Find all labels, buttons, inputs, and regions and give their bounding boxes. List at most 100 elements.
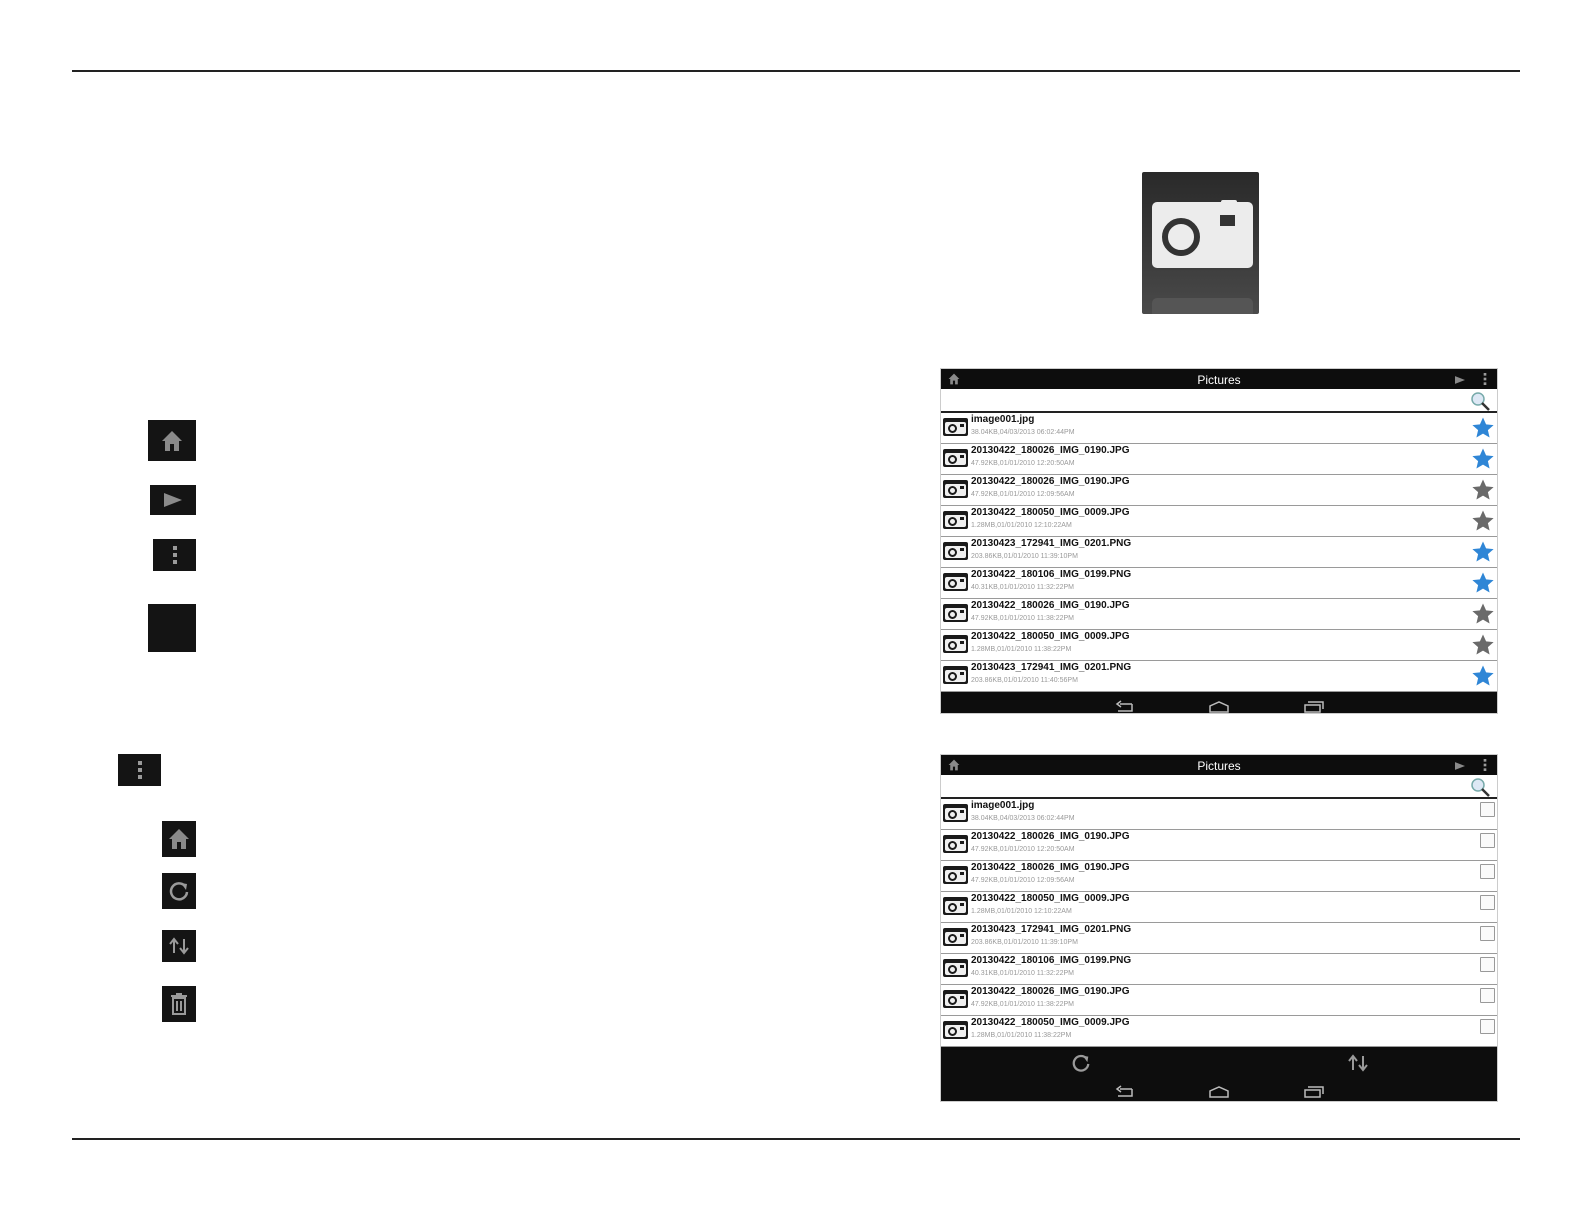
file-name: 20130422_180026_IMG_0190.JPG <box>971 986 1130 997</box>
file-meta: 47.92KB,01/01/2010 12:20:50AM <box>971 846 1075 853</box>
camera-icon <box>943 835 968 853</box>
search-bar[interactable] <box>941 775 1497 799</box>
home-icon <box>162 821 196 857</box>
list-item[interactable]: 20130422_180106_IMG_0199.PNG 40.31KB,01/0… <box>941 954 1497 985</box>
list-item[interactable]: 20130423_172941_IMG_0201.PNG 203.86KB,01/… <box>941 923 1497 954</box>
play-icon[interactable] <box>1453 760 1467 774</box>
page-title: Pictures <box>1197 373 1241 387</box>
file-meta: 40.31KB,01/01/2010 11:32:22PM <box>971 584 1075 591</box>
list-item[interactable]: 20130422_180050_IMG_0009.JPG 1.28MB,01/01… <box>941 1016 1497 1047</box>
camera-icon <box>943 449 968 467</box>
list-item[interactable]: 20130423_172941_IMG_0201.PNG 203.86KB,01/… <box>941 537 1497 568</box>
list-item[interactable]: image001.jpg 38.04KB,04/03/2013 06:02:44P… <box>941 413 1497 444</box>
more-options-icon[interactable] <box>1483 372 1487 389</box>
file-name: 20130422_180050_IMG_0009.JPG <box>971 1017 1130 1028</box>
file-meta: 47.92KB,01/01/2010 11:38:22PM <box>971 615 1075 622</box>
file-meta: 47.92KB,01/01/2010 11:38:22PM <box>971 1001 1075 1008</box>
camera-icon <box>943 511 968 529</box>
recent-apps-icon[interactable] <box>1303 700 1325 713</box>
camera-icon <box>943 959 968 977</box>
file-meta: 47.92KB,01/01/2010 12:09:56AM <box>971 877 1075 884</box>
sort-icon <box>162 930 196 962</box>
file-name: 20130422_180050_IMG_0009.JPG <box>971 507 1130 518</box>
file-name: 20130423_172941_IMG_0201.PNG <box>971 662 1132 673</box>
file-meta: 203.86KB,01/01/2010 11:40:56PM <box>971 677 1078 684</box>
play-icon[interactable] <box>1453 374 1467 388</box>
list-item[interactable]: 20130423_172941_IMG_0201.PNG 203.86KB,01/… <box>941 661 1497 692</box>
list-item[interactable]: 20130422_180026_IMG_0190.JPG 47.92KB,01/0… <box>941 830 1497 861</box>
refresh-icon <box>162 873 196 909</box>
more-options-icon <box>118 754 161 786</box>
camera-icon <box>943 573 968 591</box>
home-icon <box>148 420 196 461</box>
select-checkbox[interactable] <box>1480 864 1495 879</box>
file-meta: 47.92KB,01/01/2010 12:20:50AM <box>971 460 1075 467</box>
file-name: 20130422_180026_IMG_0190.JPG <box>971 476 1130 487</box>
favorite-star-icon[interactable] <box>1471 416 1495 445</box>
favorite-star-icon[interactable] <box>1471 447 1495 476</box>
back-icon[interactable] <box>1115 700 1135 713</box>
list-item[interactable]: 20130422_180050_IMG_0009.JPG 1.28MB,01/01… <box>941 892 1497 923</box>
file-name: 20130422_180026_IMG_0190.JPG <box>971 862 1130 873</box>
camera-icon <box>943 1021 968 1039</box>
file-meta: 1.28MB,01/01/2010 12:10:22AM <box>971 908 1072 915</box>
list-item[interactable]: image001.jpg 38.04KB,04/03/2013 06:02:44P… <box>941 799 1497 830</box>
select-checkbox[interactable] <box>1480 1019 1495 1034</box>
favorite-star-icon[interactable] <box>1471 540 1495 569</box>
star-icon[interactable] <box>1471 509 1495 538</box>
camera-icon <box>943 928 968 946</box>
list-item[interactable]: 20130422_180050_IMG_0009.JPG 1.28MB,01/01… <box>941 630 1497 661</box>
file-meta: 1.28MB,01/01/2010 11:38:22PM <box>971 646 1072 653</box>
favorite-star-icon[interactable] <box>1471 571 1495 600</box>
file-meta: 203.86KB,01/01/2010 11:39:10PM <box>971 553 1078 560</box>
camera-icon <box>943 866 968 884</box>
home-nav-icon[interactable] <box>1208 1085 1230 1101</box>
select-checkbox[interactable] <box>1480 926 1495 941</box>
file-name: 20130422_180026_IMG_0190.JPG <box>971 831 1130 842</box>
file-name: 20130422_180106_IMG_0199.PNG <box>971 955 1132 966</box>
file-name: 20130423_172941_IMG_0201.PNG <box>971 924 1132 935</box>
file-meta: 1.28MB,01/01/2010 11:38:22PM <box>971 1032 1072 1039</box>
star-icon[interactable] <box>1471 478 1495 507</box>
list-item[interactable]: 20130422_180026_IMG_0190.JPG 47.92KB,01/0… <box>941 475 1497 506</box>
file-name: 20130422_180050_IMG_0009.JPG <box>971 893 1130 904</box>
file-list-screen-select: Pictures image001.jpg 38.04KB,04/03/2013 … <box>940 754 1498 1102</box>
file-name: 20130422_180026_IMG_0190.JPG <box>971 600 1130 611</box>
list-item[interactable]: 20130422_180026_IMG_0190.JPG 47.92KB,01/0… <box>941 861 1497 892</box>
page-title: Pictures <box>1197 759 1241 773</box>
bottom-rule <box>72 1138 1520 1140</box>
select-checkbox[interactable] <box>1480 988 1495 1003</box>
file-meta: 38.04KB,04/03/2013 06:02:44PM <box>971 815 1075 822</box>
play-icon <box>150 485 196 515</box>
favorite-star-icon[interactable] <box>1471 664 1495 693</box>
more-options-icon[interactable] <box>1483 758 1487 775</box>
sort-icon[interactable] <box>1347 1054 1369 1077</box>
camera-icon <box>943 804 968 822</box>
file-meta: 1.28MB,01/01/2010 12:10:22AM <box>971 522 1072 529</box>
camera-icon <box>943 635 968 653</box>
file-meta: 47.92KB,01/01/2010 12:09:56AM <box>971 491 1075 498</box>
back-icon[interactable] <box>1115 1085 1135 1101</box>
refresh-icon[interactable] <box>1071 1053 1091 1078</box>
camera-icon <box>1142 172 1259 314</box>
select-checkbox[interactable] <box>1480 957 1495 972</box>
trash-icon <box>162 986 196 1022</box>
list-item[interactable]: 20130422_180106_IMG_0199.PNG 40.31KB,01/0… <box>941 568 1497 599</box>
list-item[interactable]: 20130422_180026_IMG_0190.JPG 47.92KB,01/0… <box>941 985 1497 1016</box>
recent-apps-icon[interactable] <box>1303 1085 1325 1101</box>
star-icon[interactable] <box>1471 602 1495 631</box>
list-item[interactable]: 20130422_180050_IMG_0009.JPG 1.28MB,01/01… <box>941 506 1497 537</box>
star-icon[interactable] <box>1471 633 1495 662</box>
blank-square-icon <box>148 604 196 652</box>
list-item[interactable]: 20130422_180026_IMG_0190.JPG 47.92KB,01/0… <box>941 444 1497 475</box>
select-checkbox[interactable] <box>1480 802 1495 817</box>
search-bar[interactable] <box>941 389 1497 413</box>
home-nav-icon[interactable] <box>1208 700 1230 713</box>
camera-icon <box>943 666 968 684</box>
select-checkbox[interactable] <box>1480 895 1495 910</box>
app-header: Pictures <box>941 369 1497 389</box>
file-name: 20130422_180050_IMG_0009.JPG <box>971 631 1130 642</box>
file-name: 20130422_180106_IMG_0199.PNG <box>971 569 1132 580</box>
list-item[interactable]: 20130422_180026_IMG_0190.JPG 47.92KB,01/0… <box>941 599 1497 630</box>
select-checkbox[interactable] <box>1480 833 1495 848</box>
